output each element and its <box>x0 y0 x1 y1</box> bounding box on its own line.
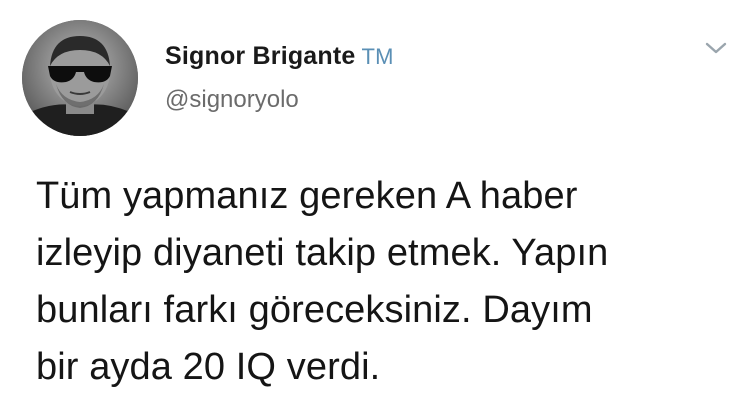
avatar[interactable] <box>22 20 138 136</box>
author-display-name[interactable]: Signor Brigante <box>165 42 356 70</box>
tweet-card: Signor Brigante TM @signoryolo Tüm yapman… <box>0 0 750 403</box>
tweet-text: Tüm yapmanız gereken A haber izleyip diy… <box>36 175 609 388</box>
author-handle[interactable]: @signoryolo <box>165 86 299 114</box>
chevron-down-icon[interactable] <box>703 38 729 58</box>
avatar-photo-icon <box>22 20 138 136</box>
trademark-badge: TM <box>361 44 394 69</box>
author-display-name-line[interactable]: Signor Brigante TM <box>165 42 394 71</box>
